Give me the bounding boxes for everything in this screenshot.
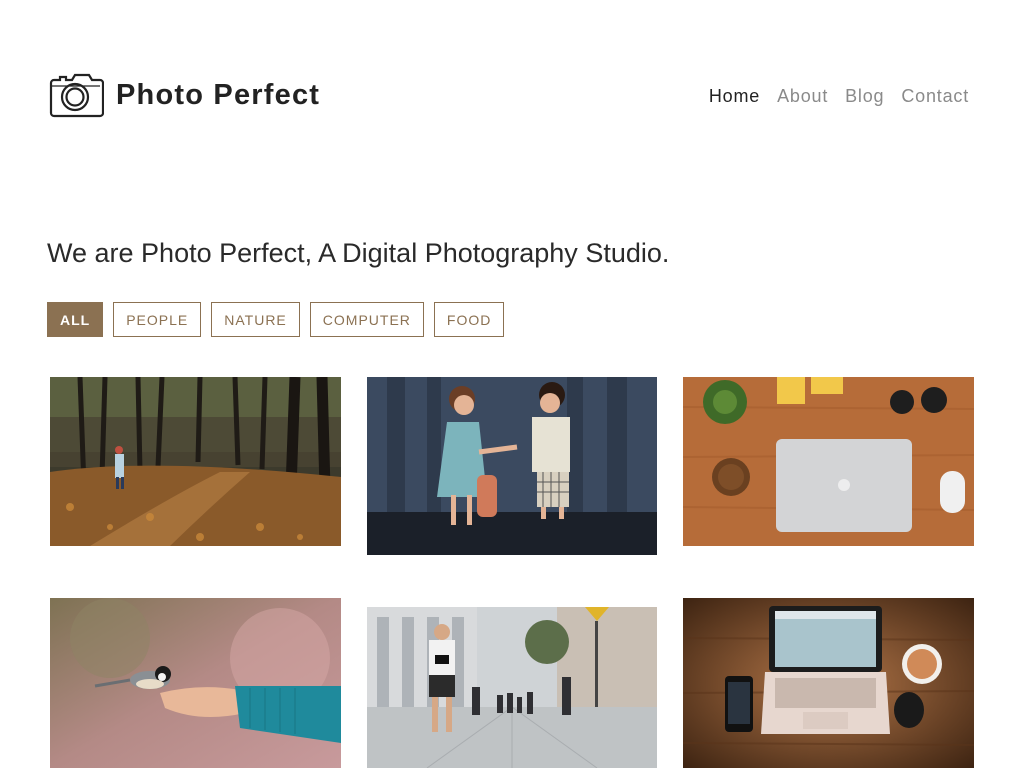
filter-food-button[interactable]: FOOD [433, 302, 505, 337]
brand-logo-link[interactable]: Photo Perfect [46, 72, 320, 119]
nav-item-blog[interactable]: Blog [845, 86, 884, 107]
brand-title: Photo Perfect [116, 79, 321, 111]
gallery-photo-table-laptop[interactable] [683, 598, 974, 768]
gallery-filters: ALL PEOPLE NATURE COMPUTER FOOD [47, 302, 505, 337]
gallery-photo-desk-laptop[interactable] [683, 377, 974, 546]
gallery-photo-bird[interactable] [50, 598, 341, 768]
camera-icon [46, 72, 104, 119]
main-nav: Home About Blog Contact [709, 86, 969, 107]
filter-people-button[interactable]: PEOPLE [113, 302, 202, 337]
filter-computer-button[interactable]: COMPUTER [309, 302, 424, 337]
gallery-photo-forest[interactable] [50, 377, 341, 546]
nav-item-about[interactable]: About [777, 86, 828, 107]
gallery-photo-children[interactable] [367, 377, 657, 555]
page: Photo Perfect Home About Blog Contact We… [0, 0, 1024, 768]
intro-heading: We are Photo Perfect, A Digital Photogra… [47, 238, 670, 268]
filter-all-button[interactable]: ALL [47, 302, 104, 337]
nav-item-home[interactable]: Home [709, 86, 760, 107]
gallery-photo-street[interactable] [367, 607, 657, 768]
nav-item-contact[interactable]: Contact [901, 86, 969, 107]
filter-nature-button[interactable]: NATURE [211, 302, 300, 337]
